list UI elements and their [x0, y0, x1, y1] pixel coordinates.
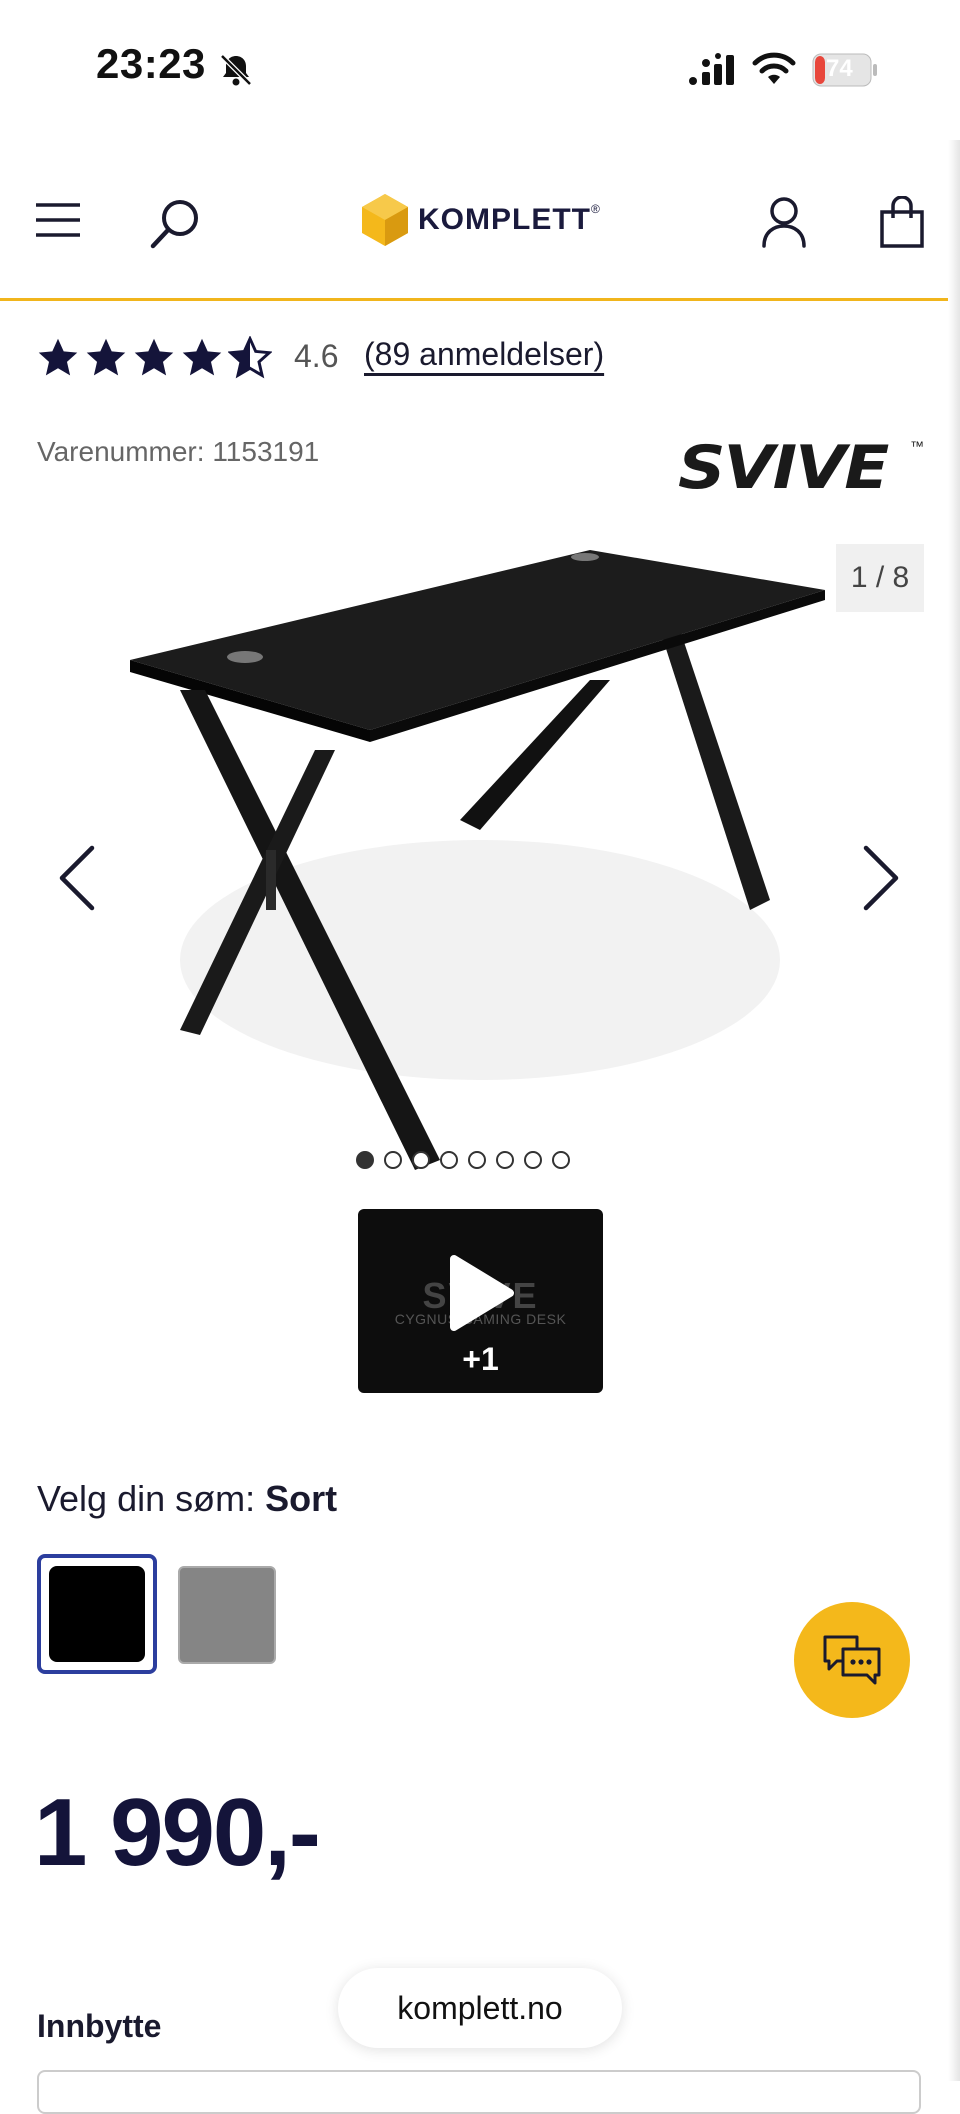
- star-filled-icon: [86, 338, 126, 376]
- chevron-left-icon[interactable]: [52, 838, 102, 918]
- product-image[interactable]: [120, 530, 840, 1190]
- variant-selected: Sort: [265, 1478, 338, 1519]
- gallery-dot[interactable]: [552, 1151, 570, 1169]
- swatch-black[interactable]: [37, 1554, 157, 1674]
- brand-name: SVIVE: [678, 432, 889, 503]
- brand-trademark: ™: [910, 438, 924, 454]
- browser-url-bar[interactable]: komplett.no: [338, 1968, 622, 2048]
- image-counter: 1 / 8: [836, 544, 924, 612]
- product-price: 1 990,-: [34, 1779, 321, 1886]
- sku-number: Varenummer: 1153191: [37, 436, 320, 467]
- hamburger-menu-icon[interactable]: [34, 200, 82, 240]
- star-filled-icon: [134, 338, 174, 376]
- wifi-icon: [752, 52, 796, 84]
- status-time: 23:23: [96, 40, 206, 87]
- gallery-dot[interactable]: [496, 1151, 514, 1169]
- gallery-dot[interactable]: [524, 1151, 542, 1169]
- logo-text: KOMPLETT: [418, 203, 591, 236]
- trade-in-label: Innbytte: [37, 2008, 162, 2044]
- swatch-black-color: [49, 1566, 145, 1662]
- rating-stars: [36, 336, 280, 380]
- swatch-gray[interactable]: [178, 1566, 276, 1664]
- variant-label: Velg din søm: Sort: [37, 1478, 337, 1520]
- star-filled-icon: [182, 338, 222, 376]
- reviews-link[interactable]: (89 anmeldelser): [364, 336, 604, 373]
- logo-registered-mark: ®: [591, 202, 600, 216]
- chevron-right-icon[interactable]: [856, 838, 906, 918]
- star-half-icon: [228, 336, 272, 379]
- cellular-signal-icon: [689, 53, 734, 85]
- account-icon[interactable]: [760, 196, 808, 248]
- trade-in-option[interactable]: [37, 2070, 921, 2114]
- komplett-logo-mark-icon: [362, 194, 408, 246]
- rating-value: 4.6: [294, 338, 339, 374]
- video-count: +1: [462, 1341, 499, 1377]
- battery-level: 74: [826, 55, 853, 82]
- bell-muted-icon: [220, 54, 252, 86]
- chat-button[interactable]: [794, 1602, 910, 1718]
- brand-logo[interactable]: SVIVE ™: [678, 438, 924, 500]
- komplett-logo[interactable]: KOMPLETT ®: [362, 190, 602, 250]
- gallery-dot[interactable]: [440, 1151, 458, 1169]
- variant-prompt: Velg din søm:: [37, 1478, 266, 1519]
- gallery-dot[interactable]: [412, 1151, 430, 1169]
- shopping-bag-icon[interactable]: [878, 196, 926, 248]
- page-edge-shadow: [948, 140, 960, 2081]
- gallery-dot[interactable]: [384, 1151, 402, 1169]
- battery-icon: 74: [812, 53, 878, 87]
- search-icon[interactable]: [148, 196, 204, 252]
- gallery-pagination: [356, 1148, 570, 1172]
- play-icon: [450, 1255, 514, 1331]
- video-thumbnail[interactable]: SVIVE CYGNUS GAMING DESK +1: [358, 1209, 603, 1393]
- gallery-dot[interactable]: [356, 1151, 374, 1169]
- gallery-dot[interactable]: [468, 1151, 486, 1169]
- star-filled-icon: [38, 338, 78, 376]
- chat-bubbles-icon: [823, 1635, 881, 1685]
